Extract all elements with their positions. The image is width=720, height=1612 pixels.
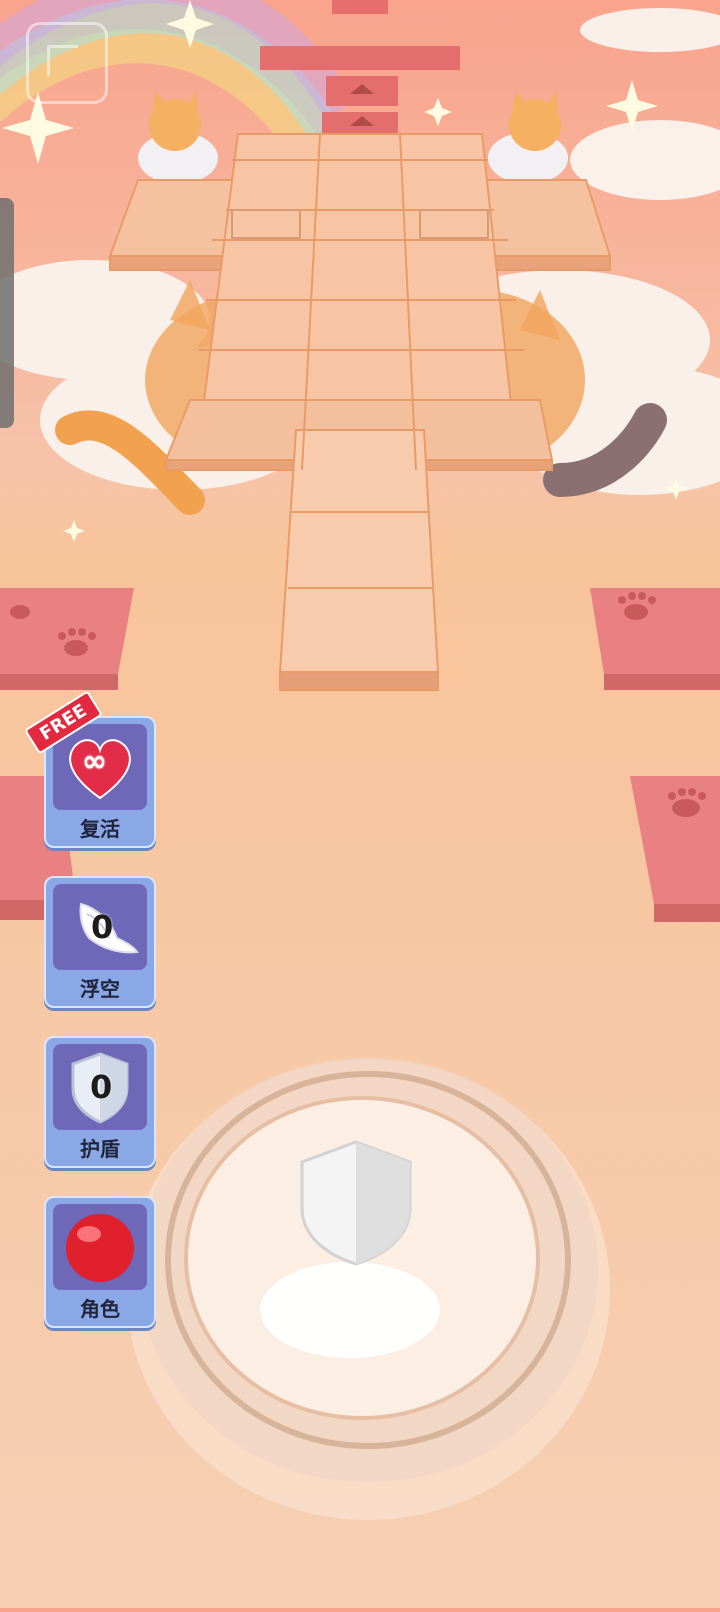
character-icon-panel <box>53 1204 147 1290</box>
joystick-disc <box>126 1058 610 1520</box>
shield-icon-panel: 0 <box>53 1044 147 1130</box>
character-button[interactable]: 角色 <box>44 1196 156 1328</box>
shield-label: 护盾 <box>80 1137 120 1161</box>
float-icon-panel: 0 <box>53 884 147 970</box>
shield-button[interactable]: 0 护盾 <box>44 1036 156 1168</box>
tile-path <box>108 133 612 691</box>
float-button[interactable]: 0 浮空 <box>44 876 156 1008</box>
character-label: 角色 <box>80 1297 120 1321</box>
shield-count: 0 <box>90 1068 113 1106</box>
revive-symbol: ∞ <box>82 744 107 779</box>
float-label: 浮空 <box>80 977 120 1001</box>
revive-label: 复活 <box>80 817 120 841</box>
side-drawer-handle[interactable] <box>0 198 14 428</box>
red-ball-icon <box>66 1214 134 1282</box>
float-count: 0 <box>91 908 114 946</box>
close-icon[interactable] <box>26 22 108 104</box>
